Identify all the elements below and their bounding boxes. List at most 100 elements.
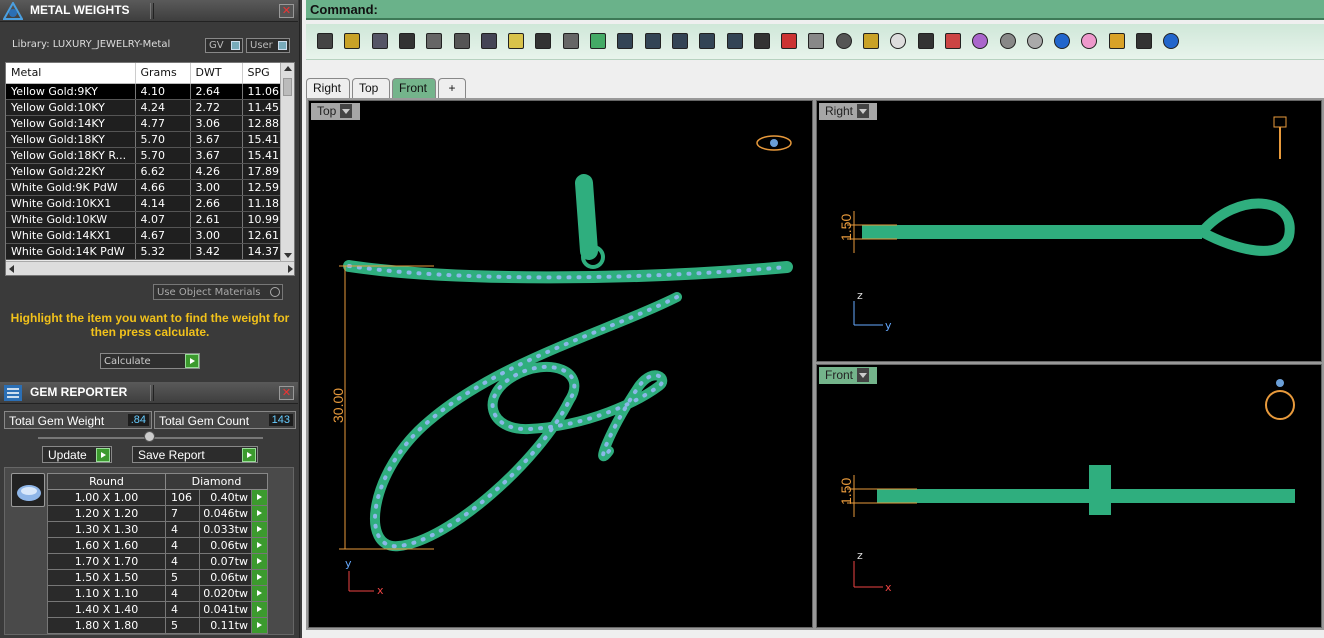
gem-cell: 0.07tw [199,553,252,570]
play-icon [185,354,199,368]
scroll-down-icon[interactable] [284,253,292,258]
sphere-shaded-icon[interactable] [997,30,1019,52]
gem-row[interactable]: 1.20 X 1.20 7 0.046tw [47,505,268,522]
col-dwt[interactable]: DWT [190,63,243,84]
metal-row[interactable]: White Gold:10KW 4.07 2.61 10.99 [6,211,282,228]
metal-row[interactable]: Yellow Gold:18KY R... 5.70 3.67 15.41 [6,147,282,164]
save-icon[interactable] [369,30,391,52]
viewport-right[interactable]: Right 1.50 z y [816,100,1322,362]
tab-right[interactable]: Right [306,78,350,98]
use-object-materials[interactable]: Use Object Materials [153,284,283,300]
metal-row[interactable]: Yellow Gold:14KY 4.77 3.06 12.88 [6,115,282,132]
scroll-left-icon[interactable] [9,265,14,273]
copy-icon[interactable] [478,30,500,52]
plane-icon[interactable] [805,30,827,52]
zoom-window-icon[interactable] [642,30,664,52]
user-toggle[interactable]: User [246,38,290,53]
rotate-view-icon[interactable] [724,30,746,52]
calculate-button[interactable]: Calculate [100,353,200,369]
metal-row[interactable]: Yellow Gold:22KY 6.62 4.26 17.89 [6,163,282,180]
metal-row[interactable]: White Gold:14KX1 4.67 3.00 12.61 [6,227,282,244]
gem-select-button[interactable] [251,505,268,522]
metal-row[interactable]: Yellow Gold:10KY 4.24 2.72 11.45 [6,99,282,116]
zoom-icon[interactable] [614,30,636,52]
gem-select-button[interactable] [251,617,268,634]
metal-row[interactable]: White Gold:14K PdW 5.32 3.42 14.37 [6,243,282,260]
col-spg[interactable]: SPG [242,63,282,84]
move-icon[interactable] [587,30,609,52]
close-icon[interactable]: ✕ [279,386,294,400]
panel-grip[interactable] [150,3,154,19]
gem-slider-knob[interactable] [144,431,155,442]
settings-gear-icon[interactable] [1106,30,1128,52]
gem-select-button[interactable] [251,553,268,570]
gumball-icon[interactable] [833,30,855,52]
gem-select-button[interactable] [251,585,268,602]
command-bar[interactable]: Command: [306,0,1324,20]
metal-table-vscroll[interactable] [280,63,294,261]
dimension-icon[interactable] [1133,30,1155,52]
spotlight-icon[interactable] [1078,30,1100,52]
light-icon[interactable] [887,30,909,52]
col-metal[interactable]: Metal [6,63,136,84]
sphere-blue-icon[interactable] [1051,30,1073,52]
gem-select-button[interactable] [251,569,268,586]
gem-cell: 1.40 X 1.40 [47,601,166,618]
tab-top[interactable]: Top [352,78,390,98]
gv-toggle[interactable]: GV [205,38,243,53]
undo-icon[interactable] [532,30,554,52]
open-icon[interactable] [341,30,363,52]
metal-row[interactable]: White Gold:9K PdW 4.66 3.00 12.59 [6,179,282,196]
update-button[interactable]: Update [42,446,112,463]
new-icon[interactable] [314,30,336,52]
lock-icon[interactable] [915,30,937,52]
metal-row[interactable]: Yellow Gold:18KY 5.70 3.67 15.41 [6,131,282,148]
metal-row[interactable]: Yellow Gold:9KY 4.10 2.64 11.06 [6,83,282,100]
gem-select-button[interactable] [251,521,268,538]
save-report-button[interactable]: Save Report [132,446,258,463]
print-icon[interactable] [396,30,418,52]
dimension-30: 30.00 [330,265,434,550]
metal-row[interactable]: White Gold:10KX1 4.14 2.66 11.18 [6,195,282,212]
metal-cell: 2.61 [190,211,243,228]
col-grams[interactable]: Grams [135,63,191,84]
library-label: Library: LUXURY_JEWELRY-Metal [12,39,171,50]
viewport-layout-icon[interactable] [751,30,773,52]
gem-select-button[interactable] [251,489,268,506]
paste-icon[interactable] [505,30,527,52]
scroll-up-icon[interactable] [284,66,292,71]
scroll-thumb[interactable] [283,78,292,96]
scroll-right-icon[interactable] [288,265,293,273]
import-icon[interactable] [423,30,445,52]
panel-grip[interactable] [150,385,154,401]
metal-table-hscroll[interactable] [6,261,294,275]
gem-cell: 1.30 X 1.30 [47,521,166,538]
zoom-extents-icon[interactable] [669,30,691,52]
gem-row[interactable]: 1.80 X 1.80 5 0.11tw [47,617,268,634]
color-wheel-icon[interactable] [969,30,991,52]
cut-icon[interactable] [451,30,473,52]
viewport-top[interactable]: Top 30.00 y x [308,100,813,628]
axis-y-label: y [345,557,352,570]
help-icon[interactable] [1160,30,1182,52]
gem-row[interactable]: 1.60 X 1.60 4 0.06tw [47,537,268,554]
sphere-render-icon[interactable] [1024,30,1046,52]
gem-select-button[interactable] [251,537,268,554]
tab-front[interactable]: Front [392,78,436,98]
gem-row[interactable]: 1.30 X 1.30 4 0.033tw [47,521,268,538]
viewport-front[interactable]: Front 1.50 z x [816,364,1322,628]
osnap-icon[interactable] [860,30,882,52]
gem-row[interactable]: 1.40 X 1.40 4 0.041tw [47,601,268,618]
zoom-selected-icon[interactable] [696,30,718,52]
gem-row[interactable]: 1.10 X 1.10 4 0.020tw [47,585,268,602]
gem-row[interactable]: 1.50 X 1.50 5 0.06tw [47,569,268,586]
add-tab-icon[interactable]: + [438,78,466,98]
gem-row[interactable]: 1.70 X 1.70 4 0.07tw [47,553,268,570]
gem-select-button[interactable] [251,601,268,618]
round-diamond-icon[interactable] [11,473,45,507]
close-icon[interactable]: ✕ [279,4,294,18]
car-icon[interactable] [778,30,800,52]
layers-icon[interactable] [942,30,964,52]
pan-icon[interactable] [560,30,582,52]
gem-row[interactable]: 1.00 X 1.00 106 0.40tw [47,489,268,506]
